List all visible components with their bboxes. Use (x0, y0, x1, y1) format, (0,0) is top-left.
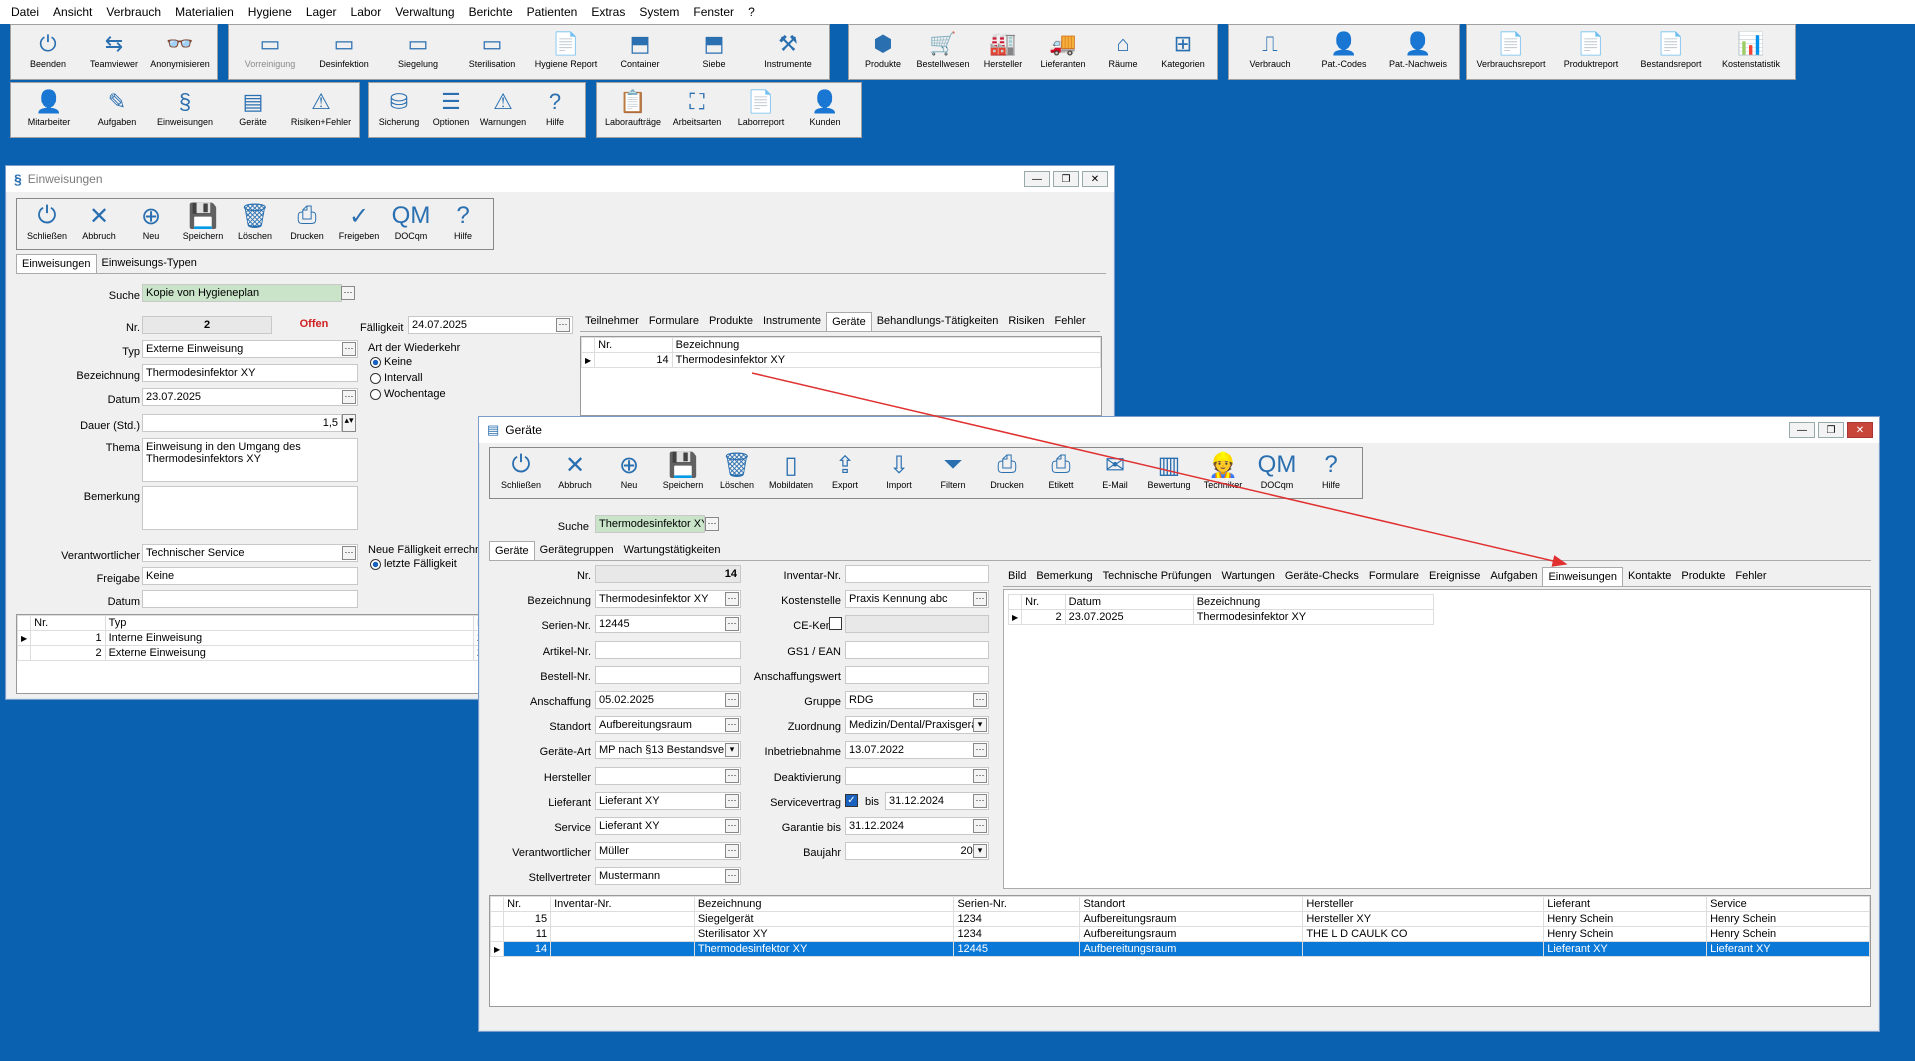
annotation-arrow (751, 372, 1568, 567)
